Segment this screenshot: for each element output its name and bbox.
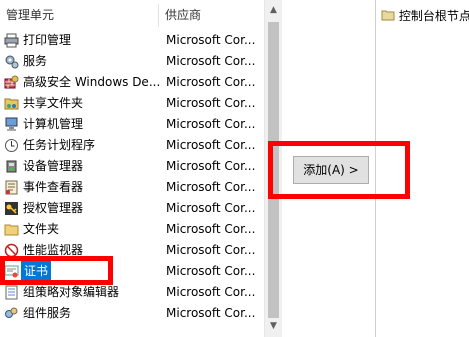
folder-icon	[381, 10, 395, 21]
snapin-row[interactable]: 共享文件夹 Microsoft Cor...	[0, 93, 260, 114]
snapin-vendor: Microsoft Cor...	[166, 33, 256, 47]
key-icon	[5, 202, 18, 215]
device-icon	[6, 160, 17, 173]
component-icon	[5, 307, 18, 318]
snapin-row[interactable]: 高级安全 Windows De... Microsoft Cor...	[0, 72, 260, 93]
snapin-row[interactable]: 事件查看器 Microsoft Cor...	[0, 177, 260, 198]
snapin-vendor: Microsoft Cor...	[166, 201, 256, 215]
snapin-vendor: Microsoft Cor...	[166, 222, 256, 236]
snapin-vendor: Microsoft Cor...	[166, 54, 256, 68]
snapin-row[interactable]: 计算机管理 Microsoft Cor...	[0, 114, 260, 135]
snapin-name: 组策略对象编辑器	[23, 285, 120, 299]
snapin-vendor: Microsoft Cor...	[166, 285, 256, 299]
available-snapins-list[interactable]: 管理单元 供应商 打印管理 Microsoft Cor... 服务 Microsoft…	[0, 0, 268, 337]
scroll-up-icon[interactable]: ▲	[265, 2, 282, 19]
firewall-icon	[4, 75, 19, 89]
gears-icon	[5, 55, 19, 69]
scroll-down-icon[interactable]: ▼	[265, 318, 282, 335]
highlight-box-add-button	[268, 141, 410, 199]
printer-icon	[4, 33, 19, 48]
snapin-name: 任务计划程序	[23, 138, 96, 152]
column-header-snapin[interactable]: 管理单元	[6, 4, 54, 27]
folder-icon	[4, 224, 19, 236]
policy-icon	[5, 285, 18, 300]
column-divider[interactable]	[158, 4, 159, 27]
console-root-node[interactable]: 控制台根节点	[381, 7, 469, 24]
snapin-name: 服务	[23, 54, 48, 68]
snapin-vendor: Microsoft Cor...	[166, 180, 256, 194]
snapin-row[interactable]: 打印管理 Microsoft Cor...	[0, 30, 260, 51]
snapin-vendor: Microsoft Cor...	[166, 243, 256, 257]
snapin-vendor: Microsoft Cor...	[166, 159, 256, 173]
event-log-icon	[5, 180, 18, 195]
snapin-name: 计算机管理	[23, 117, 84, 131]
snapin-vendor: Microsoft Cor...	[166, 306, 256, 320]
snapin-name: 打印管理	[23, 33, 72, 47]
snapin-name: 事件查看器	[23, 180, 84, 194]
snapin-name: 文件夹	[23, 222, 60, 236]
snapin-vendor: Microsoft Cor...	[166, 117, 256, 131]
snapin-name: 授权管理器	[23, 201, 84, 215]
snapin-row[interactable]: 文件夹 Microsoft Cor...	[0, 219, 260, 240]
snapin-row[interactable]: 设备管理器 Microsoft Cor...	[0, 156, 260, 177]
snapin-row[interactable]: 任务计划程序 Microsoft Cor...	[0, 135, 260, 156]
snapin-vendor: Microsoft Cor...	[166, 75, 256, 89]
snapin-row[interactable]: 组策略对象编辑器 Microsoft Cor...	[0, 282, 260, 303]
snapin-row[interactable]: 服务 Microsoft Cor...	[0, 51, 260, 72]
snapin-vendor: Microsoft Cor...	[166, 96, 256, 110]
snapin-row[interactable]: 授权管理器 Microsoft Cor...	[0, 198, 260, 219]
snapin-vendor: Microsoft Cor...	[166, 138, 256, 152]
shared-folder-icon	[4, 98, 19, 110]
snapin-vendor: Microsoft Cor...	[166, 264, 256, 278]
clock-icon	[5, 139, 18, 152]
column-header-vendor[interactable]: 供应商	[165, 4, 201, 27]
snapin-name: 高级安全 Windows De...	[23, 75, 161, 89]
snapin-row[interactable]: 组件服务 Microsoft Cor...	[0, 303, 260, 324]
snapin-name: 设备管理器	[23, 159, 84, 173]
highlight-box-certificates	[0, 256, 113, 285]
computer-icon	[5, 117, 18, 131]
console-root-label: 控制台根节点	[398, 9, 469, 23]
snapin-name: 共享文件夹	[23, 96, 84, 110]
snapin-name: 组件服务	[23, 306, 72, 320]
